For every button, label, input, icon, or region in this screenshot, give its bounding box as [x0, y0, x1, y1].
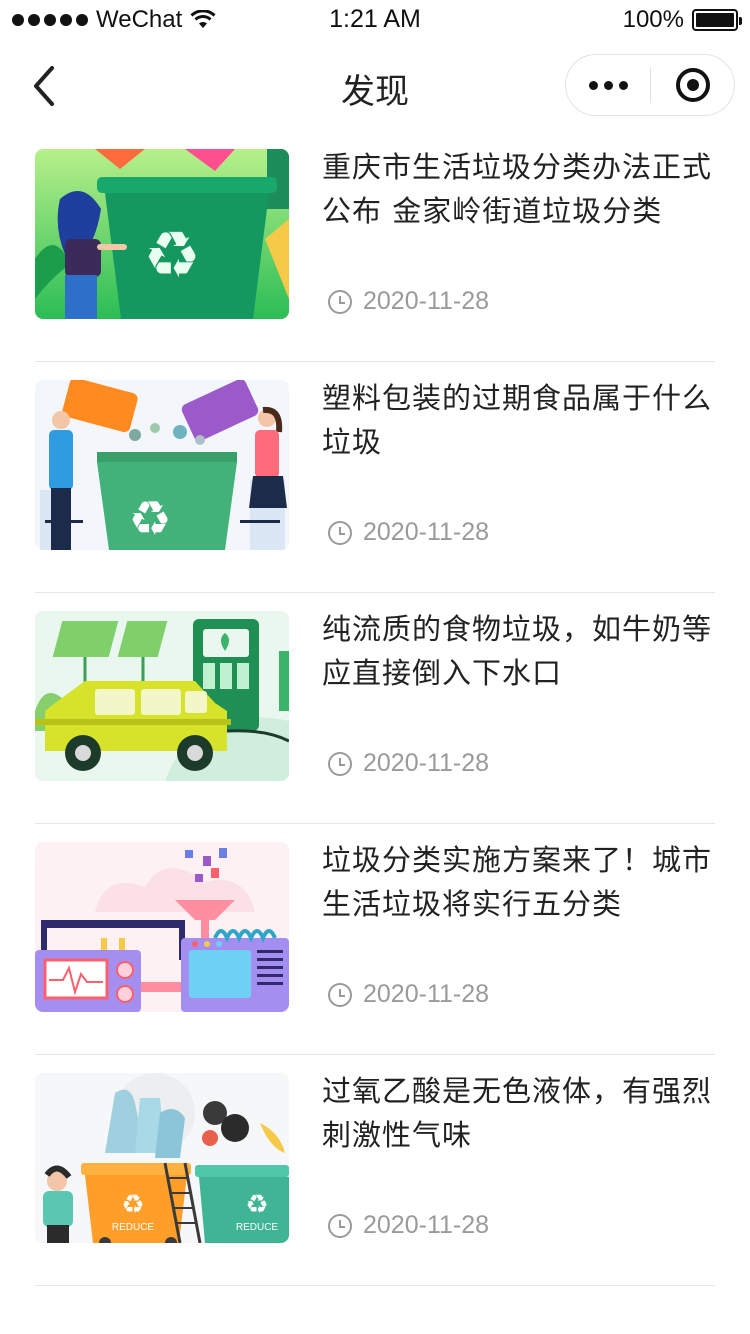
reduce-label-right: REDUCE [236, 1222, 279, 1233]
plastic-recycling-illustration: ♻ [35, 380, 289, 550]
article-thumbnail: ♻ [35, 149, 289, 319]
article-thumbnail: ♻ REDUCE ♻ REDUCE [35, 1073, 289, 1243]
battery-icon [692, 9, 742, 31]
article-thumbnail [35, 611, 289, 781]
reduce-label-left: REDUCE [112, 1222, 155, 1233]
battery-percent: 100% [622, 6, 684, 33]
svg-text:♻: ♻ [143, 219, 200, 293]
recycling-bins-illustration: ♻ REDUCE ♻ REDUCE [35, 1073, 289, 1243]
article-meta: 2020-11-28 [328, 749, 489, 778]
article-thumbnail: ♻ [35, 380, 289, 550]
waste-processing-machine-illustration [35, 842, 289, 1012]
article-meta: 2020-11-28 [328, 287, 489, 316]
article-list: ♻ 重庆市生活垃圾分类办法正式公布 金家岭街道垃圾分类 2020-11-28 ♻… [35, 131, 715, 1286]
svg-text:♻: ♻ [245, 1190, 268, 1220]
close-target-icon [675, 68, 710, 102]
article-title: 塑料包装的过期食品属于什么垃圾 [322, 381, 713, 459]
more-button[interactable] [566, 55, 650, 115]
article-item[interactable]: 纯流质的食物垃圾，如牛奶等应直接倒入下水口 2020-11-28 [35, 593, 715, 824]
article-date: 2020-11-28 [363, 287, 490, 315]
article-item[interactable]: ♻ 塑料包装的过期食品属于什么垃圾 2020-11-28 [35, 362, 715, 593]
article-title: 过氧乙酸是无色液体，有强烈刺激性气味 [322, 1074, 713, 1152]
electric-car-illustration [35, 611, 289, 781]
clock-icon [328, 751, 352, 776]
article-date: 2020-11-28 [363, 1211, 490, 1239]
clock-icon [328, 289, 352, 314]
article-meta: 2020-11-28 [328, 980, 489, 1009]
article-meta: 2020-11-28 [328, 518, 489, 547]
close-button[interactable] [651, 55, 734, 115]
article-thumbnail [35, 842, 289, 1012]
nav-bar: 发现 [0, 44, 750, 128]
article-item[interactable]: ♻ 重庆市生活垃圾分类办法正式公布 金家岭街道垃圾分类 2020-11-28 [35, 131, 715, 362]
mini-program-capsule [565, 54, 735, 116]
article-meta: 2020-11-28 [328, 1211, 489, 1240]
clock-icon [328, 1213, 352, 1238]
clock-icon [328, 520, 352, 545]
svg-text:♻: ♻ [128, 491, 171, 547]
recycle-bin-illustration: ♻ [35, 149, 289, 319]
article-title: 重庆市生活垃圾分类办法正式公布 金家岭街道垃圾分类 [322, 150, 713, 228]
status-bar-right: 100% [622, 6, 742, 34]
article-item[interactable]: ♻ REDUCE ♻ REDUCE 过氧乙酸是无色液体，有强烈刺激性气味 202… [35, 1055, 715, 1286]
status-bar: WeChat 1:21 AM 100% [0, 0, 750, 40]
article-date: 2020-11-28 [363, 749, 490, 777]
article-item[interactable]: 垃圾分类实施方案来了！城市生活垃圾将实行五分类 2020-11-28 [35, 824, 715, 1055]
more-dots-icon [588, 80, 598, 90]
article-title: 纯流质的食物垃圾，如牛奶等应直接倒入下水口 [322, 612, 713, 690]
article-date: 2020-11-28 [363, 980, 490, 1008]
clock-icon [328, 982, 352, 1007]
svg-text:♻: ♻ [121, 1190, 144, 1220]
article-date: 2020-11-28 [363, 518, 490, 546]
article-title: 垃圾分类实施方案来了！城市生活垃圾将实行五分类 [322, 843, 713, 921]
